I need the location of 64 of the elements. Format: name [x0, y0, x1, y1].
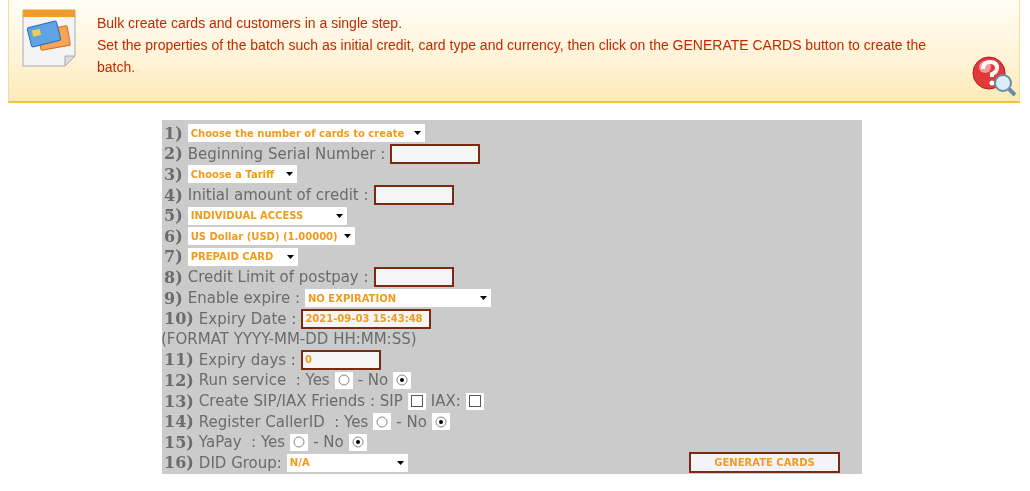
step-number: 10): [164, 309, 194, 329]
step-number: 2): [164, 144, 183, 164]
radio-button[interactable]: [396, 374, 409, 387]
step-number: 3): [164, 165, 183, 184]
dropdown[interactable]: PREPAID CARD: [187, 247, 298, 266]
input-field[interactable]: [373, 267, 454, 288]
caret-icon: [413, 131, 421, 136]
dropdown[interactable]: US Dollar (USD) (1.00000): [187, 227, 355, 246]
step-number: 7): [164, 247, 183, 267]
field-label: Expiry Date :: [198, 309, 297, 328]
step-number: 11): [164, 350, 194, 370]
input-field[interactable]: 0: [300, 349, 381, 370]
field-label: Credit Limit of postpay :: [187, 268, 369, 287]
caret-icon: [343, 234, 351, 239]
step-number: 14): [164, 412, 194, 432]
field-label: - No: [313, 433, 344, 452]
intro-text: Set the properties of the batch such as initial credit, card type and currency, then click on the GENERATE CARDS button to create the batch.: [97, 36, 927, 77]
field-label: - No: [396, 412, 427, 431]
caret-icon: [285, 172, 293, 177]
dropdown[interactable]: N/A: [286, 453, 408, 472]
input-field[interactable]: [373, 185, 454, 206]
input-field[interactable]: 2021-09-03 15:43:48: [301, 308, 432, 329]
caret-icon: [480, 296, 487, 301]
field-label: (FORMAT YYYY-MM-DD HH:MM:SS): [161, 330, 417, 349]
step-number: 13): [164, 391, 194, 411]
step-number: 6): [164, 226, 183, 246]
radio-button[interactable]: [434, 415, 447, 428]
checkbox[interactable]: [410, 395, 423, 407]
caret-icon: [335, 213, 343, 218]
step-number: 5): [164, 206, 183, 226]
step-number: 16): [164, 453, 194, 473]
dropdown[interactable]: Choose a Tariff: [187, 165, 297, 184]
step-number: 4): [164, 185, 183, 205]
radio-button[interactable]: [293, 436, 306, 449]
field-label: YaPay : Yes: [198, 433, 286, 452]
cards-icon: [21, 8, 77, 68]
field-label: IAX:: [430, 392, 461, 410]
field-label: Initial amount of credit :: [187, 186, 369, 205]
step-number: 12): [164, 370, 194, 390]
input-field[interactable]: [390, 143, 481, 164]
field-label: Run service : Yes: [198, 371, 330, 390]
radio-button[interactable]: [337, 374, 350, 387]
help-icon[interactable]: [971, 55, 1017, 97]
radio-button[interactable]: [376, 415, 389, 428]
step-number: 8): [164, 267, 183, 287]
dropdown[interactable]: INDIVIDUAL ACCESS: [187, 206, 347, 225]
caret-icon: [396, 460, 404, 465]
field-label: Expiry days :: [198, 350, 296, 369]
dropdown[interactable]: Choose the number of cards to create: [187, 124, 425, 143]
field-label: Enable expire :: [187, 289, 300, 308]
intro-text: Bulk create cards and customers in a single step.: [97, 14, 404, 33]
step-number: 15): [164, 432, 194, 452]
field-label: - No: [357, 371, 389, 390]
field-label: Beginning Serial Number :: [187, 144, 386, 163]
radio-button[interactable]: [351, 436, 364, 449]
caret-icon: [286, 254, 294, 259]
generate-button[interactable]: GENERATE CARDS: [689, 452, 840, 474]
checkbox[interactable]: [468, 395, 481, 407]
dropdown[interactable]: NO EXPIRATION: [305, 289, 491, 308]
step-number: 1): [164, 123, 183, 143]
field-label: Create SIP/IAX Friends : SIP: [198, 392, 403, 410]
field-label: Register CallerID : Yes: [198, 412, 369, 431]
field-label: DID Group:: [198, 453, 282, 472]
step-number: 9): [164, 288, 183, 308]
